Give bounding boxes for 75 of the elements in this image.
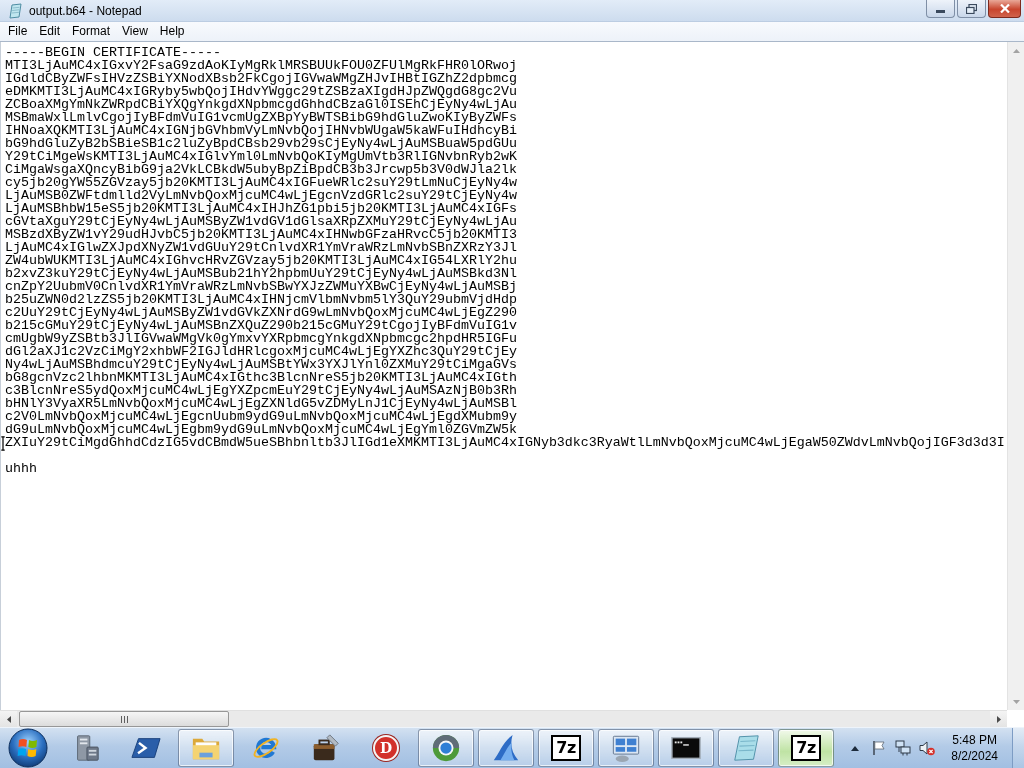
taskbar-button[interactable] — [658, 729, 714, 767]
text-line: c3BlcnNreS5ydQoxMjcuMC4wLjEgYXZpcmEuY29tCjEyNy4wLjAuMSAzNjB0b3Rh — [5, 384, 517, 397]
editor-field[interactable] — [0, 42, 1007, 710]
text-line: CiMgaWsgaXQncyBibG9ja2VkLCBkdW5ubyBpZiBpdCB3b3Jrcwp5b3V0dWJla2lk — [5, 163, 517, 176]
text-line: dG9uLmNvbQoxMjcuMC4wLjEgbm9ydG9uLmNvbQoxMjcuMC4wLjEgYml0ZGVmZW5k — [5, 423, 517, 436]
start-orb-icon — [8, 728, 48, 768]
down-arrow-icon — [1012, 699, 1020, 704]
scroll-right-button[interactable] — [990, 711, 1007, 727]
notepad-icon — [7, 2, 23, 19]
text-line: MTI3LjAuMC4xIGxvY2FsaG9zdAoKIyMgRklMRSBUUkFOU0ZFUlMgRkFHR0lORwoj — [5, 59, 517, 72]
clock-time[interactable]: 5:48 PM — [952, 732, 997, 748]
text-line: bG9hdGluZyB2bSBieSB1c2luZyBpdCBsb29vb29sCjEyNy4wLjAuMSBuaW5pdGUu — [5, 137, 517, 150]
left-arrow-icon — [6, 715, 11, 723]
window-title: output.b64 - Notepad — [29, 3, 142, 18]
text-line: -----BEGIN CERTIFICATE----- — [5, 46, 221, 59]
minimize-icon — [936, 9, 945, 13]
text-line: LjAuMC4xIGlwZXJpdXNyZW1vdGUuY29tCnlvdXR1YmVraWRzLmNvbSBnZXRzY3Jl — [5, 241, 517, 254]
right-arrow-icon — [996, 715, 1001, 723]
fin-icon — [491, 733, 521, 763]
text-line: c2V0LmNvbQoxMjcuMC4wLjEgcnUubm9ydG9uLmNvbQoxMjcuMC4wLjEgdXMubm9y — [5, 410, 517, 423]
text-line: b215cGMuY29tCjEyNy4wLjAuMSBnZXQuZ290b215cGMuY29tCgojIyBFdmVuIG1v — [5, 319, 517, 332]
taskbar-button[interactable]: D — [358, 729, 414, 767]
text-line: cmUgbW9yZSBtb3JlIGVwaWMgVk0gYmxvYXRpbmcgYnkgdXNpbmcgc2hpdHR5IGFu — [5, 332, 517, 345]
restore-button[interactable] — [957, 0, 986, 18]
toolbox-icon — [311, 733, 341, 763]
monitor-panels-icon — [611, 733, 641, 763]
text-line: LjAuMSB0ZWFtdmlld2VyLmNvbQoxMjcuMC4wLjEgcnVzdGRlc2suY29tCjEyNy4w — [5, 189, 517, 202]
letter-logo: D — [373, 735, 399, 761]
text-line: LjAuMSBhbW15eS5jb20KMTI3LjAuMC4xIHJhZG1pbi5jb20KMTI3LjAuMC4xIGFs — [5, 202, 517, 215]
text-line: cGVtaXguY29tCjEyNy4wLjAuMSByZW1vdGV1dGlsaXRpZXMuY29tCjEyNy4wLjAu — [5, 215, 517, 228]
notepad-icon — [731, 733, 761, 763]
text-line: MSBzdXByZW1vY29udHJvbC5jb20KMTI3LjAuMC4xIHNwbGFzaHRvcC5jb20KMTI3 — [5, 228, 517, 241]
close-icon — [999, 4, 1010, 13]
text-line: ZXIuY29tCiMgdGhhdCdzIG5vdCBmdW5ueSBhbnltb3JlIGd1eXMKMTI3LjAuMC4xIGNyb3dkc3RyaWtlLmNvbQoxMjcuMC4wLjEgaW50ZWdvLmNvbQojIGF3d3d3I — [5, 436, 1005, 449]
text-line: IHNoaXQKMTI3LjAuMC4xIGNjbGVhbmVyLmNvbQojIHNvbWUgaW5kaWFuIHdhcyBi — [5, 124, 517, 137]
text-line: dGl2aXJ1c2VzCiMgY2xhbWF2IGJldHRlcgoxMjcuMC4wLjEgYXZhc3QuY29tCjEy — [5, 345, 517, 358]
ring-disc-icon — [431, 733, 461, 763]
text-line: cnZpY2UubmV0CnlvdXR1YmVraWRzLmNvbSBwYXJzZWMuYXBwCjEyNy4wLjAuMSBj — [5, 280, 517, 293]
caret-up-icon — [851, 745, 860, 751]
grip-icon — [120, 715, 128, 723]
text-line: ZW4ubWUKMTI3LjAuMC4xIGhvcHRvZGVzay5jb20KMTI3LjAuMC4xIG54LXRlY2hu — [5, 254, 517, 267]
text-line: MSBmaWxlLmlvCgojIyBFdmVuIG1vcmUgZXBpYyBWTSBibG9hdGluZwoKIyByZWFs — [5, 111, 517, 124]
text-line: eDMKMTI3LjAuMC4xIGRyby5wbQojIHdvYWggc29tZSBzaXIgdHJpZWQgdG8gc2Vu — [5, 85, 517, 98]
text-line: IGdldCByZWFsIHVzZSBiYXNodXBsb2FkCgojIGVwaWMgZHJvIHBtIGZhZ2dpbmcg — [5, 72, 517, 85]
menu-item[interactable]: Help — [153, 23, 191, 40]
close-button[interactable] — [988, 0, 1021, 18]
text-line: cy5jb20gYW55ZGVzay5jb20KMTI3LjAuMC4xIGFueWRlc2suY29tLmNuCjEyNy4w — [5, 176, 517, 189]
text-line: bG8gcnVzc2lhbnMKMTI3LjAuMC4xIGthc3BlcnNreS5jb20KMTI3LjAuMC4xIGth — [5, 371, 517, 384]
clock-date[interactable]: 8/2/2024 — [951, 748, 998, 764]
letter-logo: 7z — [551, 735, 581, 761]
menu-item[interactable]: Edit — [33, 23, 67, 40]
text-line: c2UuY29tCjEyNy4wLjAuMSByZW1vdGVkZXNrdG9wLmNvbQoxMjcuMC4wLjEgZ290 — [5, 306, 517, 319]
restore-icon — [966, 3, 977, 14]
text-line: b2xvZ3kuY29tCjEyNy4wLjAuMSBub21hY2hpbmUuY29tCjEyNy4wLjAuMSBkd3Nl — [5, 267, 517, 280]
flag-icon[interactable] — [871, 740, 888, 756]
minimize-button[interactable] — [926, 0, 955, 18]
letter-logo: 7z — [791, 735, 821, 761]
taskbar-button[interactable]: 7z — [538, 729, 594, 767]
text-line: ZCBoaXMgYmNkZWRpdCBiYXQgYnkgdXNpbmcgdGhhdCBzaGl0ISEhCjEyNy4wLjAu — [5, 98, 517, 111]
scroll-left-button[interactable] — [0, 711, 17, 727]
text-line: uhhh — [5, 462, 37, 475]
menu-item[interactable]: View — [116, 23, 154, 40]
up-arrow-icon — [1012, 48, 1020, 53]
network-icon[interactable] — [895, 740, 912, 756]
text-line: b25uZWN0d2lzZS5jb20KMTI3LjAuMC4xIHNjcmVlbmNvbm5lY3QuY29ubmVjdHdp — [5, 293, 517, 306]
ibeam-cursor-icon — [1, 436, 5, 451]
speaker-icon[interactable] — [919, 740, 936, 756]
menu-item[interactable]: Format — [66, 23, 117, 40]
taskbar-button[interactable]: 7z — [778, 729, 834, 767]
horizontal-scrollbar[interactable] — [0, 710, 1007, 727]
text-line: Y29tCiMgeWsKMTI3LjAuMC4xIGlvYml0LmNvbQoKIyMgUmVtb3RlIGNvbnRyb2wK — [5, 150, 517, 163]
menu-item[interactable]: File — [2, 23, 34, 40]
text-line: bHNlY3VyaXR5LmNvbQoxMjcuMC4wLjEgZXNldG5vZDMyLnJ1CjEyNy4wLjAuMSBl — [5, 397, 517, 410]
scrollbar-thumb[interactable] — [19, 711, 229, 727]
text-line: Ny4wLjAuMSBhdmcuY29tCjEyNy4wLjAuMSBtYWx3YXJlYnl0ZXMuY29tCiMgaGVs — [5, 358, 517, 371]
